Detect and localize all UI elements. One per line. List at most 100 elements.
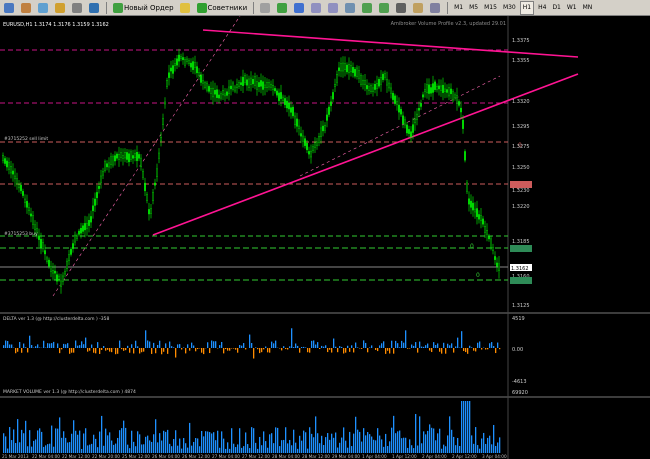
volume-bar [277,427,279,453]
chart-shift-button[interactable] [377,1,392,14]
tf-m5-button[interactable]: M5 [467,2,480,14]
candle-body [452,91,454,101]
tf-w1-button[interactable]: W1 [565,2,579,14]
tile-windows-button[interactable] [343,1,358,14]
volume-bar [53,446,55,453]
navigator-button[interactable] [53,1,68,14]
delta-bar [223,348,225,354]
volume-bar [361,441,363,453]
delta-bar [429,348,431,351]
volume-bar [45,445,47,453]
candle-body [378,79,380,87]
profiles-button[interactable] [19,1,34,14]
tf-mn-button[interactable]: MN [581,2,595,14]
autoscroll-button[interactable] [360,1,375,14]
candle-body [130,151,132,160]
delta-bar [299,348,301,353]
bar-chart-button[interactable] [258,1,273,14]
editor-button[interactable] [178,1,193,14]
candle-body [196,66,198,74]
volume-bar [71,433,73,453]
advisors-button[interactable]: Советники [195,1,250,14]
zoom-out-icon [328,2,339,13]
volume-bar [449,416,451,453]
volume-bar [39,428,41,453]
volume-bar [155,419,157,453]
candle-body [210,88,212,94]
delta-bar [273,343,275,348]
candle-body [78,230,80,235]
delta-bar [375,348,377,350]
volume-bar [381,439,383,453]
candle-body [312,146,314,151]
delta-bar [121,348,123,350]
volume-bar [49,443,51,453]
time-label: 22 Mar 20:00 [92,454,120,459]
candle-body [2,154,4,161]
tf-h1-button[interactable]: H1 [519,0,535,15]
volume-bar [27,446,29,453]
candle-body [476,208,478,218]
candle-body [106,163,108,168]
candle-body [484,226,486,233]
zoom-in-button[interactable] [309,1,324,14]
delta-bar [495,348,497,354]
periods-button[interactable] [411,1,426,14]
volume-bar [481,438,483,453]
candle-body [274,88,276,92]
candle-body [136,152,138,161]
volume-bar [395,433,397,453]
candle-chart-button[interactable] [275,1,290,14]
tf-m30-button[interactable]: M30 [501,2,518,14]
delta-bar [67,343,69,348]
candle-body [436,85,438,91]
price-label: 1.3185 [512,239,530,245]
volume-bar [95,438,97,453]
volume-bar [17,419,19,453]
line-chart-button[interactable] [292,1,307,14]
candle-body [134,153,136,158]
market-watch-button[interactable] [36,1,51,14]
volume-bar [211,433,213,453]
volume-bar [185,443,187,453]
terminal-button[interactable] [70,1,85,14]
chart-area[interactable]: 0 0 0 0 EURUSD,H1 1.3174 1.3176 1.3159 1… [0,16,650,459]
candle-body [144,182,146,192]
delta-bar [233,348,235,349]
delta-bar [339,346,341,348]
candle-body [470,200,472,208]
delta-bar [285,348,287,350]
candle-body [354,68,356,77]
volume-bar [421,443,423,453]
tf-d1-button[interactable]: D1 [550,2,562,14]
candle-body [342,62,344,72]
tf-h4-button[interactable]: H4 [536,2,548,14]
delta-bar [411,344,413,348]
candle-body [14,175,16,180]
new-order-button[interactable]: Новый Ордер [111,1,176,14]
candle-body [76,235,78,239]
candle-body [122,155,124,159]
tf-m15-button[interactable]: M15 [482,2,499,14]
delta-bar [5,340,7,348]
delta-bar [439,348,441,352]
delta-bar [75,340,77,348]
delta-bar [421,346,423,348]
new-chart-button[interactable] [2,1,17,14]
tf-m1-button[interactable]: M1 [452,2,465,14]
templates-icon [430,2,441,13]
candle-body [266,82,268,89]
candle-body [184,59,186,66]
candle-body [82,225,84,232]
candle-body [74,234,76,243]
delta-scale-zero: 0.00 [512,347,523,353]
zoom-out-button[interactable] [326,1,341,14]
delta-bar [249,334,251,348]
tester-button[interactable] [87,1,102,14]
time-label: 27 Mar 04:00 [212,454,240,459]
candle-body [400,109,402,115]
sell-limit-label: #3715252 sell limit [4,136,48,142]
indicators-button[interactable] [394,1,409,14]
candle-body [492,247,494,251]
templates-button[interactable] [428,1,443,14]
